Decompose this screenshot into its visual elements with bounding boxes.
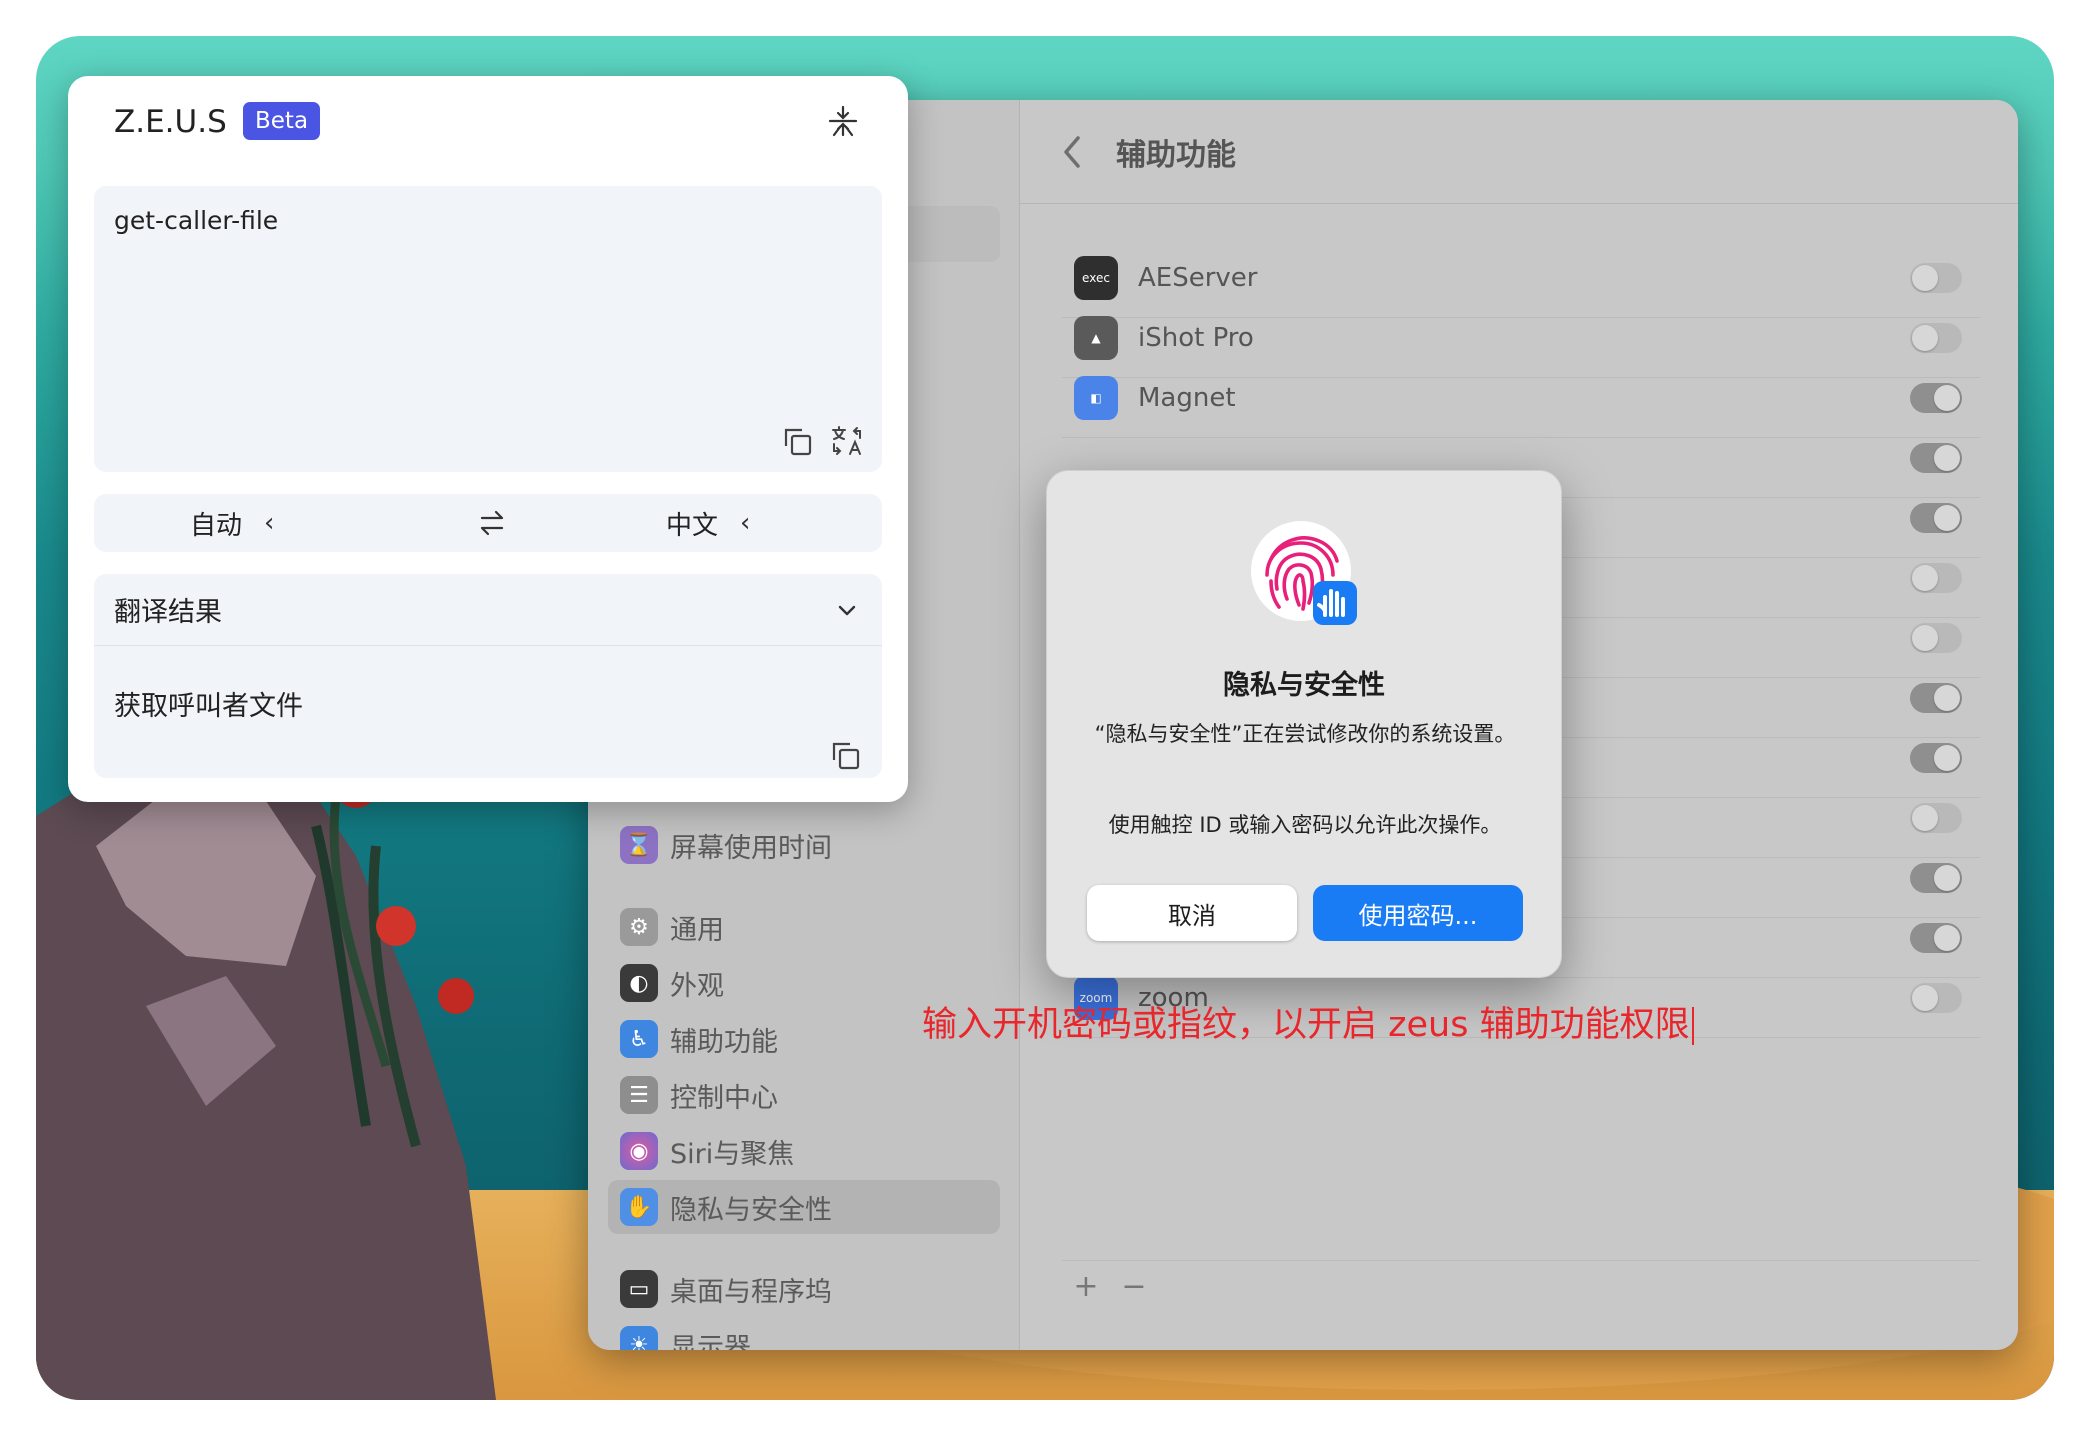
content-header: 辅助功能 xyxy=(1020,100,2018,204)
chevron-down-icon xyxy=(838,605,856,615)
app-name: iShot Pro xyxy=(1138,322,1254,353)
sidebar-item-label: 屏幕使用时间 xyxy=(670,832,832,864)
permission-toggle[interactable] xyxy=(1910,682,1962,713)
translation-result-card: 翻译结果 获取呼叫者文件 xyxy=(94,574,882,778)
add-app-button[interactable]: + xyxy=(1062,1269,1110,1304)
language-bar: 自动 ‹ 中文 ‹ xyxy=(94,494,882,552)
cancel-button[interactable]: 取消 xyxy=(1087,885,1297,941)
sidebar-item-control-center[interactable]: ☰ 控制中心 xyxy=(608,1068,1000,1122)
hourglass-icon: ⌛ xyxy=(620,826,658,864)
result-label: 翻译结果 xyxy=(114,597,222,628)
sidebar-item-label: 外观 xyxy=(670,970,724,1002)
magnet-icon: ◧ xyxy=(1074,375,1118,420)
fingerprint-icon xyxy=(1249,519,1361,631)
source-text: get-caller-file xyxy=(114,206,279,235)
permission-toggle[interactable] xyxy=(1910,502,1962,533)
annotation-text: 输入开机密码或指纹，以开启 zeus 辅助功能权限 xyxy=(922,996,1694,1047)
accessibility-icon: ♿ xyxy=(620,1020,658,1058)
app-title: Z.E.U.S xyxy=(114,104,227,140)
chevron-left-icon: ‹ xyxy=(264,508,275,538)
sidebar-item-displays[interactable]: ☀ 显示器 xyxy=(608,1318,1000,1350)
sidebar-item-siri[interactable]: ◉ Siri与聚焦 xyxy=(608,1124,1000,1178)
permission-toggle[interactable] xyxy=(1910,622,1962,653)
collapse-icon xyxy=(828,105,858,137)
dock-icon: ▭ xyxy=(620,1270,658,1308)
source-text-area[interactable]: get-caller-file xyxy=(94,186,882,472)
permission-toggle[interactable] xyxy=(1910,562,1962,593)
target-language-select[interactable]: 中文 ‹ xyxy=(666,494,750,552)
swap-icon xyxy=(480,510,504,536)
siri-icon: ◉ xyxy=(620,1132,658,1170)
sidebar-item-label: Siri与聚焦 xyxy=(670,1138,795,1170)
sidebar-item-privacy[interactable]: ✋ 隐私与安全性 xyxy=(608,1180,1000,1234)
permission-toggle[interactable] xyxy=(1910,922,1962,953)
sidebar-item-general[interactable]: ⚙ 通用 xyxy=(608,900,1000,954)
collapse-button[interactable] xyxy=(826,104,860,138)
swap-language-button[interactable] xyxy=(474,506,510,540)
app-name: Magnet xyxy=(1138,382,1236,413)
toggles-icon: ☰ xyxy=(620,1076,658,1114)
sidebar-item-desktop-dock[interactable]: ▭ 桌面与程序坞 xyxy=(608,1262,1000,1316)
back-button[interactable] xyxy=(1058,132,1086,172)
auth-dialog: 隐私与安全性 “隐私与安全性”正在尝试修改你的系统设置。 使用触控 ID 或输入… xyxy=(1046,470,1562,978)
wallpaper-rock xyxy=(36,706,496,1400)
display-icon: ☀ xyxy=(620,1326,658,1350)
permission-toggle[interactable] xyxy=(1910,382,1962,413)
sidebar-item-label: 控制中心 xyxy=(670,1082,778,1114)
dialog-hint: 使用触控 ID 或输入密码以允许此次操作。 xyxy=(1108,813,1502,837)
sidebar-item-label: 通用 xyxy=(670,914,724,946)
copy-source-button[interactable] xyxy=(782,426,814,458)
remove-app-button[interactable]: − xyxy=(1110,1269,1158,1304)
permission-toggle[interactable] xyxy=(1910,442,1962,473)
copy-result-button[interactable] xyxy=(830,740,862,772)
result-header[interactable]: 翻译结果 xyxy=(94,574,882,646)
permission-toggle[interactable] xyxy=(1910,262,1962,293)
permission-toggle[interactable] xyxy=(1910,322,1962,353)
dialog-message: “隐私与安全性”正在尝试修改你的系统设置。 xyxy=(1094,722,1516,746)
sidebar-item-label: 隐私与安全性 xyxy=(670,1194,832,1226)
permission-toggle[interactable] xyxy=(1910,862,1962,893)
sidebar-item-label: 辅助功能 xyxy=(670,1026,778,1058)
terminal-icon: exec xyxy=(1074,255,1118,300)
list-footer: + − xyxy=(1062,1260,1980,1312)
appearance-icon: ◐ xyxy=(620,964,658,1002)
copy-icon xyxy=(832,742,860,770)
beta-badge: Beta xyxy=(243,102,321,140)
permission-toggle[interactable] xyxy=(1910,742,1962,773)
copy-icon xyxy=(784,428,812,456)
permission-toggle[interactable] xyxy=(1910,802,1962,833)
zeus-translator-panel: Z.E.U.S Beta get-caller-file 自动 ‹ 中文 ‹ 翻… xyxy=(68,76,908,802)
permission-toggle[interactable] xyxy=(1910,982,1962,1013)
app-name: AEServer xyxy=(1138,262,1258,293)
sidebar-item-label: 显示器 xyxy=(670,1332,751,1351)
translate-icon xyxy=(832,426,861,455)
source-language-select[interactable]: 自动 ‹ xyxy=(190,494,274,552)
hand-icon: ✋ xyxy=(620,1188,658,1226)
dialog-title: 隐私与安全性 xyxy=(1223,670,1385,701)
result-text: 获取呼叫者文件 xyxy=(114,691,303,722)
chevron-left-icon: ‹ xyxy=(740,508,751,538)
sidebar-item-label: 桌面与程序坞 xyxy=(670,1276,832,1308)
use-password-button[interactable]: 使用密码... xyxy=(1313,885,1523,941)
page-title: 辅助功能 xyxy=(1116,137,1236,173)
gear-icon: ⚙ xyxy=(620,908,658,946)
image-icon: ▲ xyxy=(1074,315,1118,360)
target-language-label: 中文 xyxy=(666,510,719,541)
source-language-label: 自动 xyxy=(190,510,243,541)
chevron-left-icon xyxy=(1064,135,1080,168)
translate-button[interactable] xyxy=(830,424,864,458)
sidebar-item-screen-time[interactable]: ⌛ 屏幕使用时间 xyxy=(608,818,1000,872)
